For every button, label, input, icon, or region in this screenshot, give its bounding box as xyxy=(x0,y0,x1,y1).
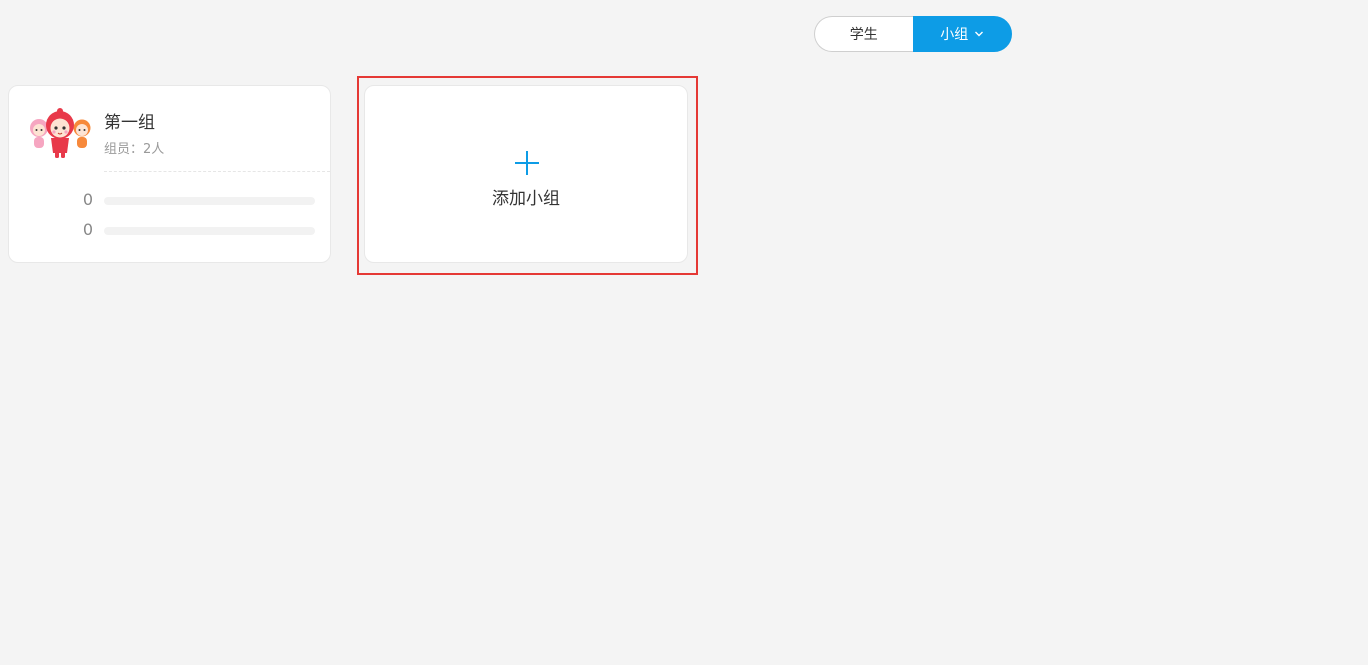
plus-icon xyxy=(515,151,539,175)
groups-page: 学生 小组 第一组 组员：2人 0 0 添加小组 xyxy=(0,0,1368,665)
view-toggle: 学生 小组 xyxy=(814,16,1012,52)
add-group-button[interactable]: 添加小组 xyxy=(364,85,688,263)
stat-value: 0 xyxy=(82,190,93,209)
add-group-label: 添加小组 xyxy=(492,189,560,209)
stat-progress-bar xyxy=(104,197,315,205)
stat-row: 0 xyxy=(9,191,330,209)
group-tab-label: 小组 xyxy=(940,27,969,43)
group-member-count: 组员：2人 xyxy=(104,142,165,157)
group-name: 第一组 xyxy=(104,113,155,133)
stat-value: 0 xyxy=(82,220,93,239)
student-tab-label: 学生 xyxy=(849,27,878,43)
group-tab[interactable]: 小组 xyxy=(912,16,1012,52)
stat-row: 0 xyxy=(9,221,330,239)
group-card[interactable]: 第一组 组员：2人 0 0 xyxy=(8,85,331,263)
divider xyxy=(104,171,330,172)
student-tab[interactable]: 学生 xyxy=(814,16,913,52)
cartoon-kids-avatar-icon xyxy=(30,108,91,158)
chevron-down-icon xyxy=(975,31,984,37)
stat-progress-bar xyxy=(104,227,315,235)
